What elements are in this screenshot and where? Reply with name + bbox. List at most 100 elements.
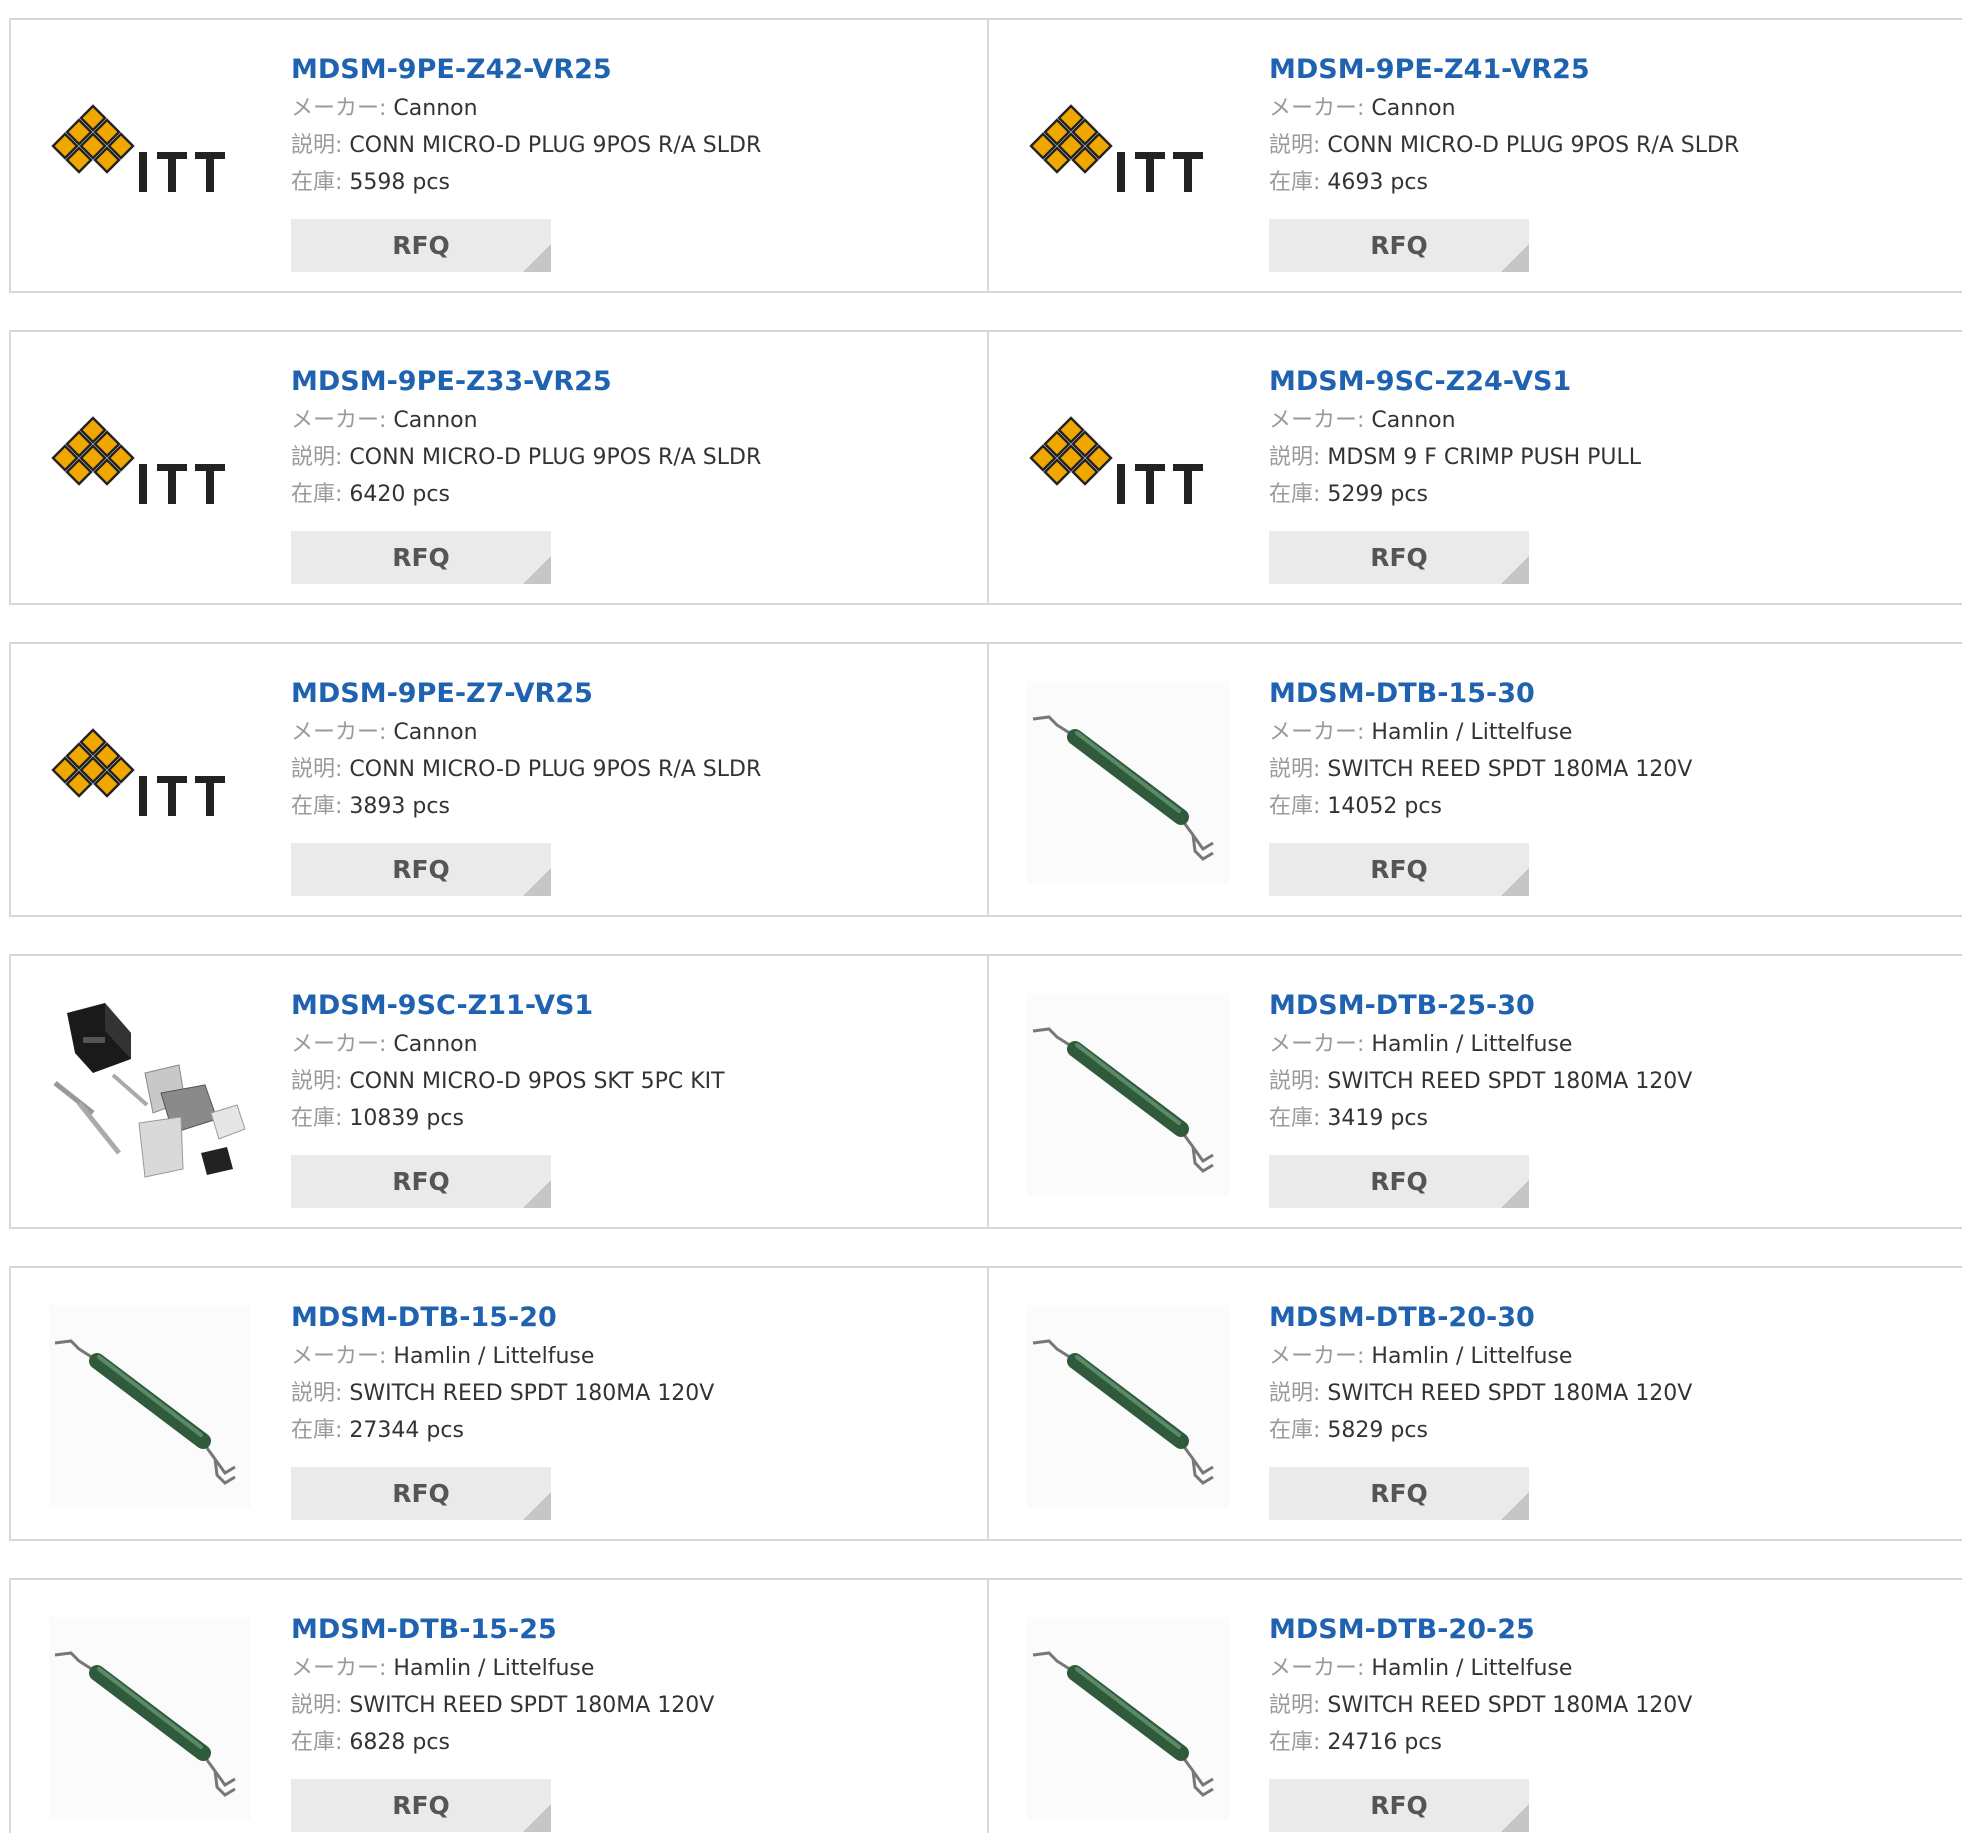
product-info: MDSM-DTB-15-30 メーカー: Hamlin / Littelfuse… — [1269, 674, 1692, 825]
description-line: 説明: SWITCH REED SPDT 180MA 120V — [291, 1375, 714, 1412]
reed-switch-image[interactable] — [1027, 993, 1229, 1195]
description-value: MDSM 9 F CRIMP PUSH PULL — [1327, 445, 1642, 470]
stock-value: 6420 pcs — [349, 482, 450, 507]
corner-triangle-icon — [523, 1492, 551, 1520]
product-info: MDSM-DTB-15-20 メーカー: Hamlin / Littelfuse… — [291, 1298, 714, 1449]
reed-switch-image[interactable] — [49, 1305, 251, 1507]
itt-logo-image[interactable] — [49, 412, 251, 532]
stock-label: 在庫: — [1269, 170, 1321, 195]
maker-value: Cannon — [393, 96, 478, 121]
product-card: MDSM-DTB-15-20 メーカー: Hamlin / Littelfuse… — [11, 1268, 989, 1539]
part-number-link[interactable]: MDSM-DTB-15-25 — [291, 1610, 714, 1650]
connector-kit-image[interactable] — [49, 993, 251, 1195]
description-line: 説明: SWITCH REED SPDT 180MA 120V — [1269, 1687, 1692, 1724]
product-info: MDSM-DTB-20-30 メーカー: Hamlin / Littelfuse… — [1269, 1298, 1692, 1449]
reed-switch-image[interactable] — [49, 1617, 251, 1819]
product-row: MDSM-9PE-Z7-VR25 メーカー: Cannon 説明: CONN M… — [9, 642, 1962, 917]
corner-triangle-icon — [1501, 556, 1529, 584]
rfq-label: RFQ — [392, 1167, 450, 1196]
stock-label: 在庫: — [1269, 1730, 1321, 1755]
part-number-link[interactable]: MDSM-9SC-Z24-VS1 — [1269, 362, 1641, 402]
part-number-link[interactable]: MDSM-9PE-Z42-VR25 — [291, 50, 761, 90]
maker-value: Hamlin / Littelfuse — [393, 1656, 595, 1681]
description-label: 説明: — [1269, 757, 1321, 782]
product-card: MDSM-9PE-Z42-VR25 メーカー: Cannon 説明: CONN … — [11, 20, 989, 291]
rfq-button[interactable]: RFQ — [291, 1467, 551, 1520]
description-label: 説明: — [291, 1381, 343, 1406]
description-value: SWITCH REED SPDT 180MA 120V — [1327, 757, 1693, 782]
reed-switch-image[interactable] — [1027, 1305, 1229, 1507]
part-number-link[interactable]: MDSM-9SC-Z11-VS1 — [291, 986, 725, 1026]
itt-logo-image[interactable] — [49, 100, 251, 220]
maker-value: Cannon — [393, 720, 478, 745]
rfq-button[interactable]: RFQ — [1269, 219, 1529, 272]
description-line: 説明: CONN MICRO-D PLUG 9POS R/A SLDR — [1269, 127, 1739, 164]
description-label: 説明: — [1269, 1381, 1321, 1406]
maker-line: メーカー: Cannon — [291, 402, 761, 439]
rfq-button[interactable]: RFQ — [1269, 1155, 1529, 1208]
description-line: 説明: MDSM 9 F CRIMP PUSH PULL — [1269, 439, 1641, 476]
rfq-button[interactable]: RFQ — [291, 843, 551, 896]
part-number-link[interactable]: MDSM-DTB-20-25 — [1269, 1610, 1692, 1650]
stock-value: 5299 pcs — [1327, 482, 1428, 507]
reed-switch-image[interactable] — [1027, 681, 1229, 883]
product-info: MDSM-9PE-Z41-VR25 メーカー: Cannon 説明: CONN … — [1269, 50, 1739, 201]
maker-label: メーカー: — [1269, 720, 1365, 745]
part-number-link[interactable]: MDSM-DTB-15-20 — [291, 1298, 714, 1338]
maker-value: Hamlin / Littelfuse — [1371, 1344, 1573, 1369]
itt-logo-image[interactable] — [1027, 412, 1229, 532]
part-number-link[interactable]: MDSM-DTB-20-30 — [1269, 1298, 1692, 1338]
product-card: MDSM-9SC-Z24-VS1 メーカー: Cannon 説明: MDSM 9… — [989, 332, 1962, 603]
corner-triangle-icon — [523, 1804, 551, 1832]
rfq-label: RFQ — [1370, 1791, 1428, 1820]
maker-value: Cannon — [1371, 408, 1456, 433]
description-label: 説明: — [1269, 445, 1321, 470]
itt-logo-image[interactable] — [1027, 100, 1229, 220]
stock-value: 6828 pcs — [349, 1730, 450, 1755]
part-number-link[interactable]: MDSM-9PE-Z33-VR25 — [291, 362, 761, 402]
stock-label: 在庫: — [291, 1418, 343, 1443]
part-number-link[interactable]: MDSM-DTB-15-30 — [1269, 674, 1692, 714]
maker-label: メーカー: — [291, 408, 387, 433]
rfq-button[interactable]: RFQ — [291, 219, 551, 272]
product-info: MDSM-9PE-Z7-VR25 メーカー: Cannon 説明: CONN M… — [291, 674, 761, 825]
rfq-label: RFQ — [1370, 1167, 1428, 1196]
maker-line: メーカー: Cannon — [291, 90, 761, 127]
stock-line: 在庫: 4693 pcs — [1269, 164, 1739, 201]
rfq-button[interactable]: RFQ — [291, 1155, 551, 1208]
part-number-link[interactable]: MDSM-DTB-25-30 — [1269, 986, 1692, 1026]
stock-line: 在庫: 24716 pcs — [1269, 1724, 1692, 1761]
description-value: CONN MICRO-D PLUG 9POS R/A SLDR — [349, 133, 762, 158]
part-number-link[interactable]: MDSM-9PE-Z7-VR25 — [291, 674, 761, 714]
description-value: SWITCH REED SPDT 180MA 120V — [1327, 1381, 1693, 1406]
description-line: 説明: CONN MICRO-D PLUG 9POS R/A SLDR — [291, 751, 761, 788]
product-row: MDSM-9PE-Z33-VR25 メーカー: Cannon 説明: CONN … — [9, 330, 1962, 605]
stock-value: 10839 pcs — [349, 1106, 464, 1131]
itt-logo-image[interactable] — [49, 724, 251, 844]
maker-line: メーカー: Hamlin / Littelfuse — [291, 1338, 714, 1375]
rfq-button[interactable]: RFQ — [291, 1779, 551, 1832]
description-value: CONN MICRO-D 9POS SKT 5PC KIT — [349, 1069, 725, 1094]
corner-triangle-icon — [1501, 244, 1529, 272]
rfq-button[interactable]: RFQ — [1269, 1467, 1529, 1520]
rfq-button[interactable]: RFQ — [1269, 843, 1529, 896]
description-label: 説明: — [1269, 1069, 1321, 1094]
stock-line: 在庫: 10839 pcs — [291, 1100, 725, 1137]
product-grid: MDSM-9PE-Z42-VR25 メーカー: Cannon 説明: CONN … — [9, 18, 1962, 1833]
maker-line: メーカー: Cannon — [1269, 90, 1739, 127]
stock-label: 在庫: — [1269, 794, 1321, 819]
corner-triangle-icon — [1501, 1804, 1529, 1832]
maker-label: メーカー: — [1269, 1344, 1365, 1369]
maker-label: メーカー: — [291, 1344, 387, 1369]
maker-value: Hamlin / Littelfuse — [1371, 1656, 1573, 1681]
reed-switch-image[interactable] — [1027, 1617, 1229, 1819]
rfq-button[interactable]: RFQ — [1269, 531, 1529, 584]
product-info: MDSM-DTB-25-30 メーカー: Hamlin / Littelfuse… — [1269, 986, 1692, 1137]
description-label: 説明: — [291, 1069, 343, 1094]
description-line: 説明: CONN MICRO-D PLUG 9POS R/A SLDR — [291, 127, 761, 164]
stock-line: 在庫: 5598 pcs — [291, 164, 761, 201]
part-number-link[interactable]: MDSM-9PE-Z41-VR25 — [1269, 50, 1739, 90]
corner-triangle-icon — [1501, 1492, 1529, 1520]
rfq-button[interactable]: RFQ — [291, 531, 551, 584]
rfq-button[interactable]: RFQ — [1269, 1779, 1529, 1832]
